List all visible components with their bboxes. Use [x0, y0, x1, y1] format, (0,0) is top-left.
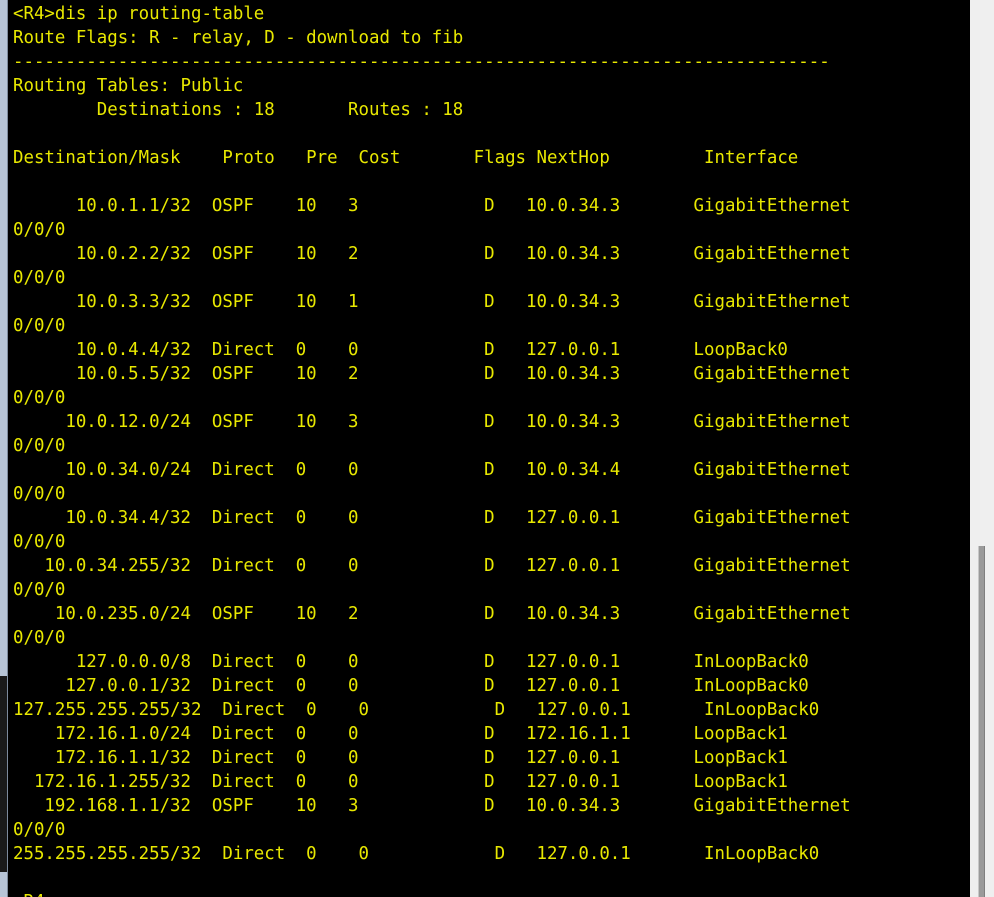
console-line: Route Flags: R - relay, D - download to …: [13, 28, 464, 48]
console-line: 127.0.0.1/32 Direct 0 0 D 127.0.0.1 InLo…: [13, 676, 809, 696]
console-line: Routing Tables: Public: [13, 76, 244, 96]
console-line: Destination/Mask Proto Pre Cost Flags Ne…: [13, 148, 799, 168]
console-line: 10.0.235.0/24 OSPF 10 2 D 10.0.34.3 Giga…: [13, 604, 851, 624]
console-line: 10.0.34.0/24 Direct 0 0 D 10.0.34.4 Giga…: [13, 460, 851, 480]
console-line: 0/0/0: [13, 820, 66, 840]
console-line: 0/0/0: [13, 628, 66, 648]
console-line: 0/0/0: [13, 532, 66, 552]
console-line: 192.168.1.1/32 OSPF 10 3 D 10.0.34.3 Gig…: [13, 796, 851, 816]
console-line: 10.0.3.3/32 OSPF 10 1 D 10.0.34.3 Gigabi…: [13, 292, 851, 312]
console-line: 10.0.34.255/32 Direct 0 0 D 127.0.0.1 Gi…: [13, 556, 851, 576]
console-line: 10.0.1.1/32 OSPF 10 3 D 10.0.34.3 Gigabi…: [13, 196, 851, 216]
terminal-window: <R4>dis ip routing-table Route Flags: R -…: [0, 0, 994, 897]
console-line: 10.0.2.2/32 OSPF 10 2 D 10.0.34.3 Gigabi…: [13, 244, 851, 264]
console-line: 0/0/0: [13, 484, 66, 504]
vertical-scrollbar-thumb[interactable]: [978, 546, 985, 897]
console-output[interactable]: <R4>dis ip routing-table Route Flags: R -…: [9, 0, 970, 897]
console-line: 10.0.4.4/32 Direct 0 0 D 127.0.0.1 LoopB…: [13, 340, 788, 360]
console-line: <R4>: [13, 890, 970, 897]
left-scrollbar[interactable]: [0, 0, 8, 897]
console-line: 0/0/0: [13, 220, 66, 240]
console-line: 255.255.255.255/32 Direct 0 0 D 127.0.0.…: [13, 844, 820, 864]
vertical-scrollbar[interactable]: [970, 0, 994, 897]
console-line: 172.16.1.255/32 Direct 0 0 D 127.0.0.1 L…: [13, 772, 788, 792]
console-line: 10.0.34.4/32 Direct 0 0 D 127.0.0.1 Giga…: [13, 508, 851, 528]
left-scrollbar-thumb[interactable]: [0, 676, 7, 872]
console-line: 127.0.0.0/8 Direct 0 0 D 127.0.0.1 InLoo…: [13, 652, 809, 672]
console-line: 172.16.1.1/32 Direct 0 0 D 127.0.0.1 Loo…: [13, 748, 788, 768]
console-line: 0/0/0: [13, 316, 66, 336]
console-line: 0/0/0: [13, 580, 66, 600]
console-line: 127.255.255.255/32 Direct 0 0 D 127.0.0.…: [13, 700, 820, 720]
console-line: 10.0.12.0/24 OSPF 10 3 D 10.0.34.3 Gigab…: [13, 412, 851, 432]
console-line: ----------------------------------------…: [13, 52, 830, 72]
console-line: 0/0/0: [13, 268, 66, 288]
console-line: 0/0/0: [13, 436, 66, 456]
console-line: 172.16.1.0/24 Direct 0 0 D 172.16.1.1 Lo…: [13, 724, 788, 744]
console-line: Destinations : 18 Routes : 18: [13, 100, 464, 120]
console-line: <R4>dis ip routing-table: [13, 4, 265, 24]
console-line: 0/0/0: [13, 388, 66, 408]
console-line: 10.0.5.5/32 OSPF 10 2 D 10.0.34.3 Gigabi…: [13, 364, 851, 384]
